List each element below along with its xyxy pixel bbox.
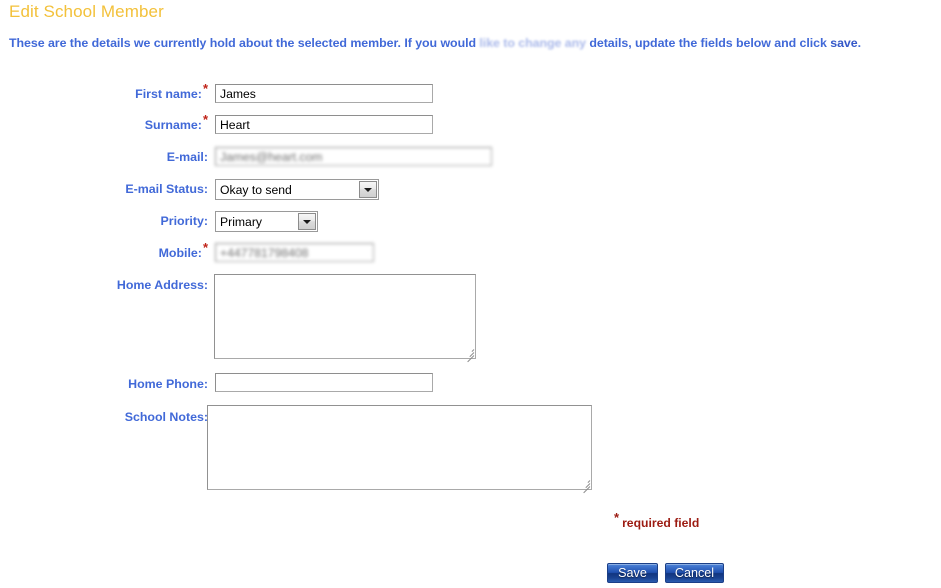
required-asterisk: * bbox=[202, 80, 208, 96]
surname-label-text: Surname: bbox=[144, 118, 202, 132]
school-notes-label: School Notes: bbox=[40, 410, 208, 424]
email-status-label: E-mail Status: bbox=[40, 182, 208, 196]
required-field-note-text: required field bbox=[622, 516, 700, 530]
required-asterisk: * bbox=[614, 509, 620, 525]
first-name-input[interactable] bbox=[215, 84, 433, 103]
intro-text-part3: . bbox=[857, 36, 862, 50]
chevron-down-icon[interactable] bbox=[298, 213, 316, 230]
email-input[interactable] bbox=[215, 147, 492, 166]
home-phone-input[interactable] bbox=[215, 373, 433, 392]
home-phone-label: Home Phone: bbox=[40, 377, 208, 391]
mobile-label: Mobile:* bbox=[40, 241, 208, 260]
email-status-select[interactable]: Okay to send bbox=[215, 179, 379, 200]
save-button[interactable]: Save bbox=[607, 563, 658, 583]
page-title: Edit School Member bbox=[9, 2, 164, 21]
surname-label: Surname:* bbox=[40, 113, 208, 132]
intro-text-part2: details, update the fields below and cli… bbox=[585, 36, 831, 50]
home-address-label-text: Home Address: bbox=[116, 278, 208, 292]
cancel-button[interactable]: Cancel bbox=[665, 563, 724, 583]
first-name-label-text: First name: bbox=[135, 87, 202, 101]
priority-select[interactable]: Primary bbox=[215, 211, 318, 232]
mobile-label-text: Mobile: bbox=[158, 246, 202, 260]
home-address-label: Home Address: bbox=[40, 278, 208, 292]
intro-text-emphasis: save bbox=[830, 36, 858, 50]
email-status-value: Okay to send bbox=[220, 182, 292, 197]
first-name-label: First name:* bbox=[40, 82, 208, 101]
edit-school-member-page: Edit School Member These are the details… bbox=[0, 0, 941, 588]
home-address-textarea[interactable] bbox=[214, 274, 476, 359]
priority-label: Priority: bbox=[40, 214, 208, 228]
chevron-down-icon[interactable] bbox=[359, 181, 377, 198]
email-label-text: E-mail: bbox=[166, 150, 208, 164]
mobile-input[interactable] bbox=[215, 243, 374, 262]
intro-text-blurred: like to change any bbox=[479, 36, 586, 50]
email-status-label-text: E-mail Status: bbox=[125, 182, 208, 196]
priority-value: Primary bbox=[220, 214, 262, 229]
email-label: E-mail: bbox=[40, 150, 208, 164]
intro-paragraph: These are the details we currently hold … bbox=[9, 36, 861, 50]
school-notes-textarea[interactable] bbox=[207, 405, 592, 490]
school-notes-label-text: School Notes: bbox=[124, 410, 208, 424]
intro-text-part1: These are the details we currently hold … bbox=[9, 36, 480, 50]
surname-input[interactable] bbox=[215, 115, 433, 134]
priority-label-text: Priority: bbox=[160, 214, 208, 228]
required-field-note: * required field bbox=[614, 511, 700, 530]
home-phone-label-text: Home Phone: bbox=[128, 377, 208, 391]
required-asterisk: * bbox=[202, 111, 208, 127]
required-asterisk: * bbox=[202, 239, 208, 255]
